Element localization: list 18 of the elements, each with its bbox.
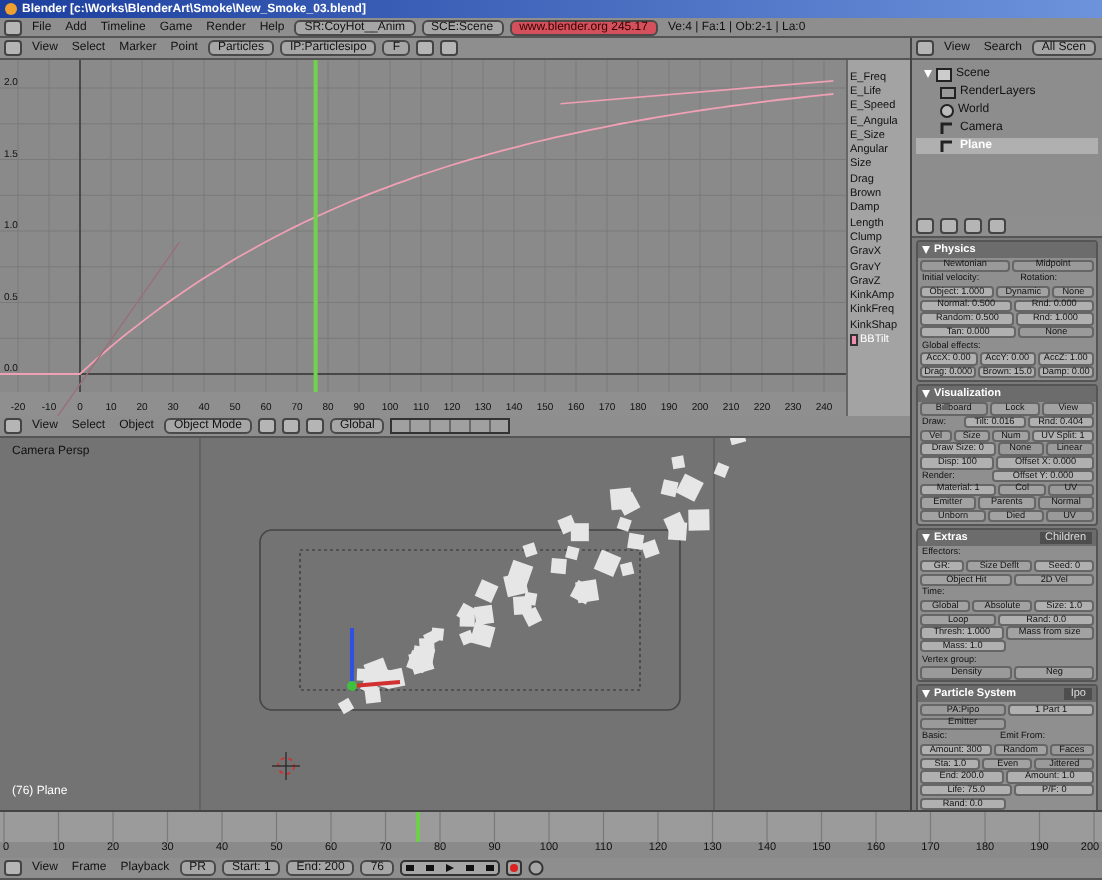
triangle-icon[interactable] <box>924 70 932 78</box>
triangle-icon[interactable] <box>922 690 930 699</box>
channel-color-swatch <box>850 333 858 346</box>
triangle-icon[interactable] <box>922 533 930 542</box>
render-layers-icon <box>940 85 956 99</box>
triangle-icon[interactable] <box>922 246 930 254</box>
axis-gizmo-icon <box>347 628 401 691</box>
timeline-track[interactable] <box>0 810 1102 842</box>
record-icon[interactable] <box>506 860 523 876</box>
3d-cursor-icon <box>271 751 301 781</box>
playback-controls-icon[interactable] <box>400 860 501 876</box>
current-frame-marker[interactable] <box>416 812 421 842</box>
app-logo-icon <box>4 2 18 16</box>
world-icon <box>940 103 954 117</box>
sync-icon[interactable] <box>528 860 545 876</box>
layer-grid-icon[interactable] <box>390 418 511 434</box>
scene-icon <box>936 67 952 81</box>
triangle-icon[interactable] <box>922 389 930 398</box>
